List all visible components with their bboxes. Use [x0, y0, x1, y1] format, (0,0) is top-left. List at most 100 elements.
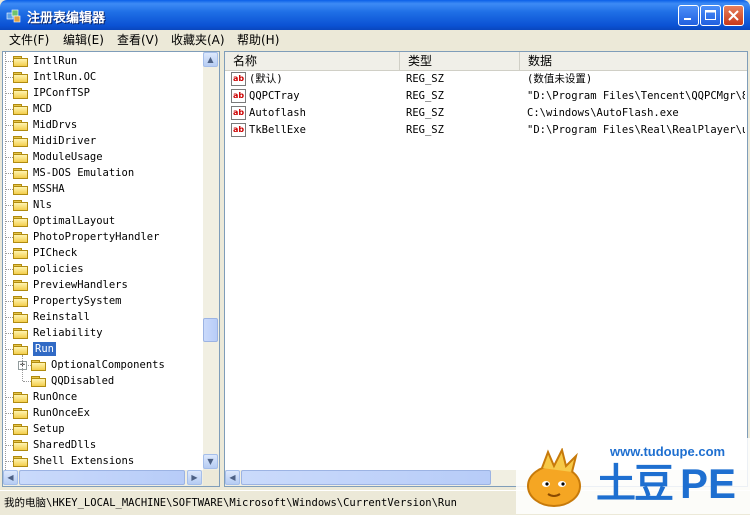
scroll-thumb[interactable]: [203, 318, 218, 342]
potato-mascot-icon: [527, 448, 581, 507]
watermark-url: www.tudoupe.com: [610, 444, 726, 459]
tree-item[interactable]: PropertySystem: [3, 293, 203, 309]
tree-item[interactable]: RunOnceEx: [3, 405, 203, 421]
folder-icon: [13, 56, 29, 67]
tree-connector: [5, 333, 13, 334]
tree-connector: [5, 253, 13, 254]
menu-edit[interactable]: 编辑(E): [63, 32, 104, 48]
menu-view[interactable]: 查看(V): [117, 32, 159, 48]
string-value-icon: ab: [231, 106, 246, 120]
tree-item[interactable]: ModuleUsage: [3, 149, 203, 165]
tree-item[interactable]: MidiDriver: [3, 133, 203, 149]
value-row[interactable]: ab (默认) REG_SZ (数值未设置): [225, 71, 747, 88]
tree-guide-line: [5, 52, 6, 470]
tree-item[interactable]: OptimalLayout: [3, 213, 203, 229]
tree-item[interactable]: PICheck: [3, 245, 203, 261]
tree-horizontal-scrollbar[interactable]: ◀ ▶: [3, 470, 203, 486]
value-data: (数值未设置): [527, 73, 593, 85]
tree-item-label: MidiDriver: [33, 135, 97, 147]
menu-help[interactable]: 帮助(H): [237, 32, 279, 48]
scroll-down-button[interactable]: ▼: [203, 454, 218, 469]
values-list[interactable]: 名称 类型 数据 ab (默认) REG_SZ (数值未设置) ab QQPCTray RE…: [224, 51, 748, 487]
tree-item[interactable]: PreviewHandlers: [3, 277, 203, 293]
tree-connector: [5, 109, 13, 110]
scroll-left-button[interactable]: ◀: [3, 470, 18, 485]
scroll-left-button[interactable]: ◀: [225, 470, 240, 485]
tree-item[interactable]: SharedDlls: [3, 437, 203, 453]
tree-item-label: Nls: [33, 199, 52, 211]
tree-item[interactable]: Nls: [3, 197, 203, 213]
tree-item[interactable]: PhotoPropertyHandler: [3, 229, 203, 245]
watermark-brand-en: PE: [680, 460, 737, 507]
tree-item-label: IntlRun: [33, 55, 78, 67]
tree-item[interactable]: policies: [3, 261, 203, 277]
value-type: REG_SZ: [406, 124, 444, 136]
menu-file[interactable]: 文件(F): [9, 32, 49, 48]
tree-item-label: MSSHA: [33, 183, 65, 195]
tree-item-label: OptimalLayout: [33, 215, 116, 227]
maximize-button[interactable]: [700, 5, 721, 26]
value-row[interactable]: ab QQPCTray REG_SZ "D:\Program Files\Tencen…: [225, 88, 747, 105]
open-folder-icon: [13, 344, 29, 355]
tree-item-label: Run: [33, 342, 56, 356]
tree-item-label: RunOnceEx: [33, 407, 90, 419]
tree-item[interactable]: MSSHA: [3, 181, 203, 197]
tree-item[interactable]: Shell Extensions: [3, 453, 203, 469]
tree-item[interactable]: Run: [3, 341, 203, 357]
watermark-brand-cn: 土豆: [596, 461, 674, 507]
folder-icon: [13, 392, 29, 403]
tree-item[interactable]: IntlRun: [3, 53, 203, 69]
value-name: TkBellExe: [249, 124, 306, 136]
folder-icon: [13, 248, 29, 259]
tree-item[interactable]: MCD: [3, 101, 203, 117]
title-bar[interactable]: 注册表编辑器: [0, 0, 750, 30]
tree-item-label: OptionalComponents: [51, 359, 165, 371]
tree-item[interactable]: MS-DOS Emulation: [3, 165, 203, 181]
string-value-icon: ab: [231, 123, 246, 137]
tree-connector: [5, 397, 13, 398]
folder-icon: [13, 440, 29, 451]
folder-icon: [13, 120, 29, 131]
folder-icon: [13, 312, 29, 323]
tree-item[interactable]: Reinstall: [3, 309, 203, 325]
value-name: QQPCTray: [249, 90, 300, 102]
column-data[interactable]: 数据: [520, 52, 747, 70]
tree-item-label: Setup: [33, 423, 65, 435]
tree-item[interactable]: + OptionalComponents: [3, 357, 203, 373]
registry-tree[interactable]: IntlRun IntlRun.OC IPConfTSP MCD MidDrvs Midi…: [2, 51, 220, 487]
tree-item[interactable]: IPConfTSP: [3, 85, 203, 101]
tree-item-label: MCD: [33, 103, 52, 115]
tree-item[interactable]: Reliability: [3, 325, 203, 341]
menu-bar: 文件(F) 编辑(E) 查看(V) 收藏夹(A) 帮助(H): [0, 30, 750, 50]
tree-item-label: RunOnce: [33, 391, 78, 403]
column-type[interactable]: 类型: [400, 52, 520, 70]
minimize-button[interactable]: [678, 5, 699, 26]
scroll-right-button[interactable]: ▶: [187, 470, 202, 485]
tree-item[interactable]: Setup: [3, 421, 203, 437]
close-button[interactable]: [723, 5, 744, 26]
value-row[interactable]: ab TkBellExe REG_SZ "D:\Program Files\Real\…: [225, 122, 747, 139]
value-name: (默认): [249, 73, 283, 85]
tree-vertical-scrollbar[interactable]: ▲ ▼: [203, 52, 219, 470]
value-row[interactable]: ab Autoflash REG_SZ C:\windows\AutoFlash.ex…: [225, 105, 747, 122]
column-name[interactable]: 名称: [225, 52, 400, 70]
scroll-up-button[interactable]: ▲: [203, 52, 218, 67]
folder-icon: [13, 456, 29, 467]
folder-icon: [13, 136, 29, 147]
watermark-logo: www.tudoupe.com 土豆 PE: [516, 438, 750, 514]
tree-item[interactable]: QQDisabled: [3, 373, 203, 389]
scroll-thumb-h[interactable]: [241, 470, 491, 485]
list-header: 名称 类型 数据: [225, 52, 747, 71]
folder-icon: [13, 280, 29, 291]
tree-item[interactable]: RunOnce: [3, 389, 203, 405]
value-data: "D:\Program Files\Real\RealPlayer\upd: [527, 124, 745, 136]
tree-connector: [5, 221, 13, 222]
tree-connector: [5, 301, 13, 302]
scroll-thumb-h[interactable]: [19, 470, 185, 485]
folder-icon: [13, 264, 29, 275]
tree-item[interactable]: IntlRun.OC: [3, 69, 203, 85]
tree-connector: [5, 93, 13, 94]
tree-item[interactable]: MidDrvs: [3, 117, 203, 133]
tree-item-label: IntlRun.OC: [33, 71, 97, 83]
menu-favorites[interactable]: 收藏夹(A): [171, 32, 225, 48]
